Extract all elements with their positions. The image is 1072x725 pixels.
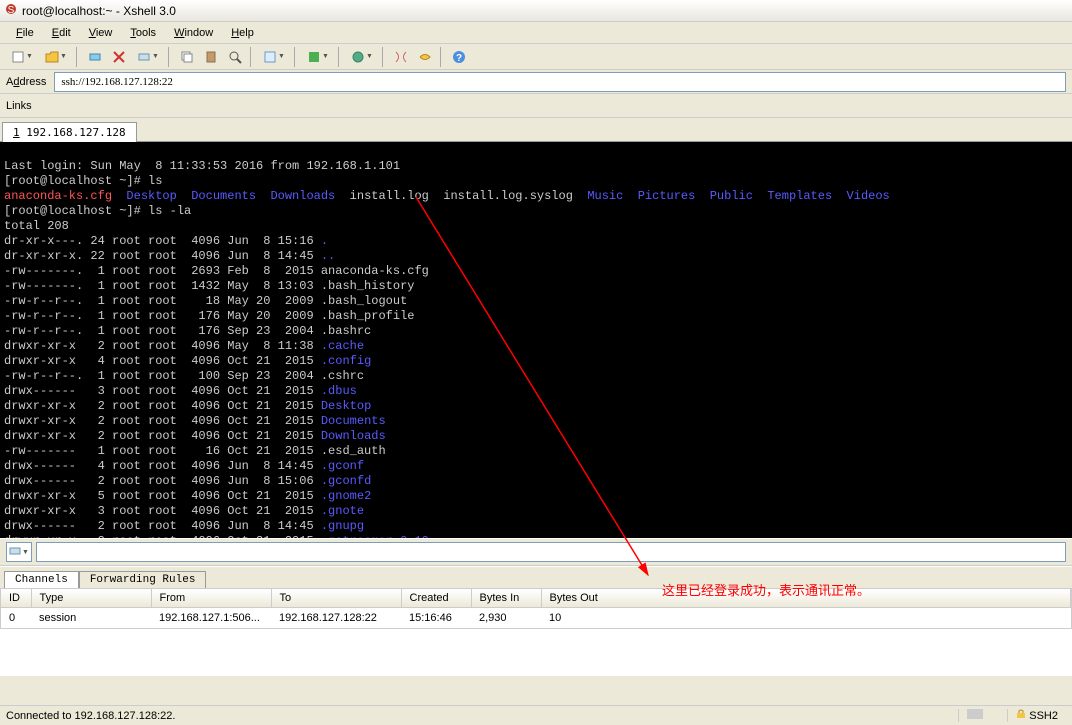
th-created[interactable]: Created <box>401 589 471 608</box>
target-selector[interactable]: ▼ <box>6 542 32 562</box>
titlebar: S root@localhost:~ - Xshell 3.0 <box>0 0 1072 22</box>
th-id[interactable]: ID <box>1 589 31 608</box>
terminal-output: total 208 <box>4 219 69 233</box>
menu-edit[interactable]: Edit <box>44 25 79 41</box>
links-bar: Links <box>0 94 1072 118</box>
terminal-prompt: [root@localhost ~]# <box>4 174 148 188</box>
table-row[interactable]: 0 session 192.168.127.1:506... 192.168.1… <box>1 608 1071 629</box>
script2-button[interactable] <box>414 46 436 68</box>
help-button[interactable]: ? <box>448 46 470 68</box>
status-progress <box>958 709 995 722</box>
menubar: File Edit View Tools Window Help <box>0 22 1072 44</box>
lower-tabs: Channels Forwarding Rules <box>0 566 1072 588</box>
svg-text:S: S <box>8 5 15 16</box>
th-bytesin[interactable]: Bytes In <box>471 589 541 608</box>
tab-forwarding[interactable]: Forwarding Rules <box>79 571 207 588</box>
transfer-button[interactable]: ▼ <box>346 46 378 68</box>
links-label: Links <box>6 100 32 112</box>
properties-button[interactable]: ▼ <box>258 46 290 68</box>
menu-view[interactable]: View <box>81 25 121 41</box>
menu-window[interactable]: Window <box>166 25 221 41</box>
session-tabs: 1 192.168.127.128 <box>0 118 1072 142</box>
terminal-line: Last login: Sun May 8 11:33:53 2016 from… <box>4 159 400 173</box>
toolbar: ▼ ▼ ▼ ▼ ▼ ▼ ? <box>0 44 1072 70</box>
command-input[interactable] <box>36 542 1066 562</box>
terminal[interactable]: Last login: Sun May 8 11:33:53 2016 from… <box>0 142 1072 538</box>
address-label: Address <box>6 76 46 88</box>
terminal-prompt: [root@localhost ~]# <box>4 204 148 218</box>
color-button[interactable]: ▼ <box>302 46 334 68</box>
terminal-cmd: ls <box>148 174 162 188</box>
script-button[interactable] <box>390 46 412 68</box>
window-title: root@localhost:~ - Xshell 3.0 <box>22 4 176 18</box>
th-type[interactable]: Type <box>31 589 151 608</box>
disconnect-button[interactable] <box>108 46 130 68</box>
svg-text:?: ? <box>456 53 462 64</box>
menu-file[interactable]: File <box>8 25 42 41</box>
terminal-cmd: ls -la <box>148 204 191 218</box>
th-to[interactable]: To <box>271 589 401 608</box>
connect-button[interactable] <box>84 46 106 68</box>
session-tab-1[interactable]: 1 192.168.127.128 <box>2 122 137 142</box>
tab-channels[interactable]: Channels <box>4 571 79 588</box>
lock-icon <box>1016 709 1026 719</box>
reconnect-button[interactable]: ▼ <box>132 46 164 68</box>
find-button[interactable] <box>224 46 246 68</box>
th-from[interactable]: From <box>151 589 271 608</box>
open-button[interactable]: ▼ <box>40 46 72 68</box>
address-input[interactable] <box>54 72 1066 92</box>
status-text: Connected to 192.168.127.128:22. <box>6 710 175 722</box>
paste-button[interactable] <box>200 46 222 68</box>
annotation-text: 这里已经登录成功，表示通讯正常。 <box>662 580 870 599</box>
menu-tools[interactable]: Tools <box>122 25 164 41</box>
address-bar: Address <box>0 70 1072 94</box>
status-ssh: SSH2 <box>1029 710 1058 722</box>
menu-help[interactable]: Help <box>223 25 262 41</box>
new-button[interactable]: ▼ <box>6 46 38 68</box>
channels-panel: ID Type From To Created Bytes In Bytes O… <box>0 588 1072 676</box>
copy-button[interactable] <box>176 46 198 68</box>
status-bar: Connected to 192.168.127.128:22. SSH2 <box>0 705 1072 725</box>
app-icon: S <box>4 2 18 19</box>
command-bar: ▼ <box>0 538 1072 566</box>
terminal-output: anaconda-ks.cfg <box>4 189 126 203</box>
